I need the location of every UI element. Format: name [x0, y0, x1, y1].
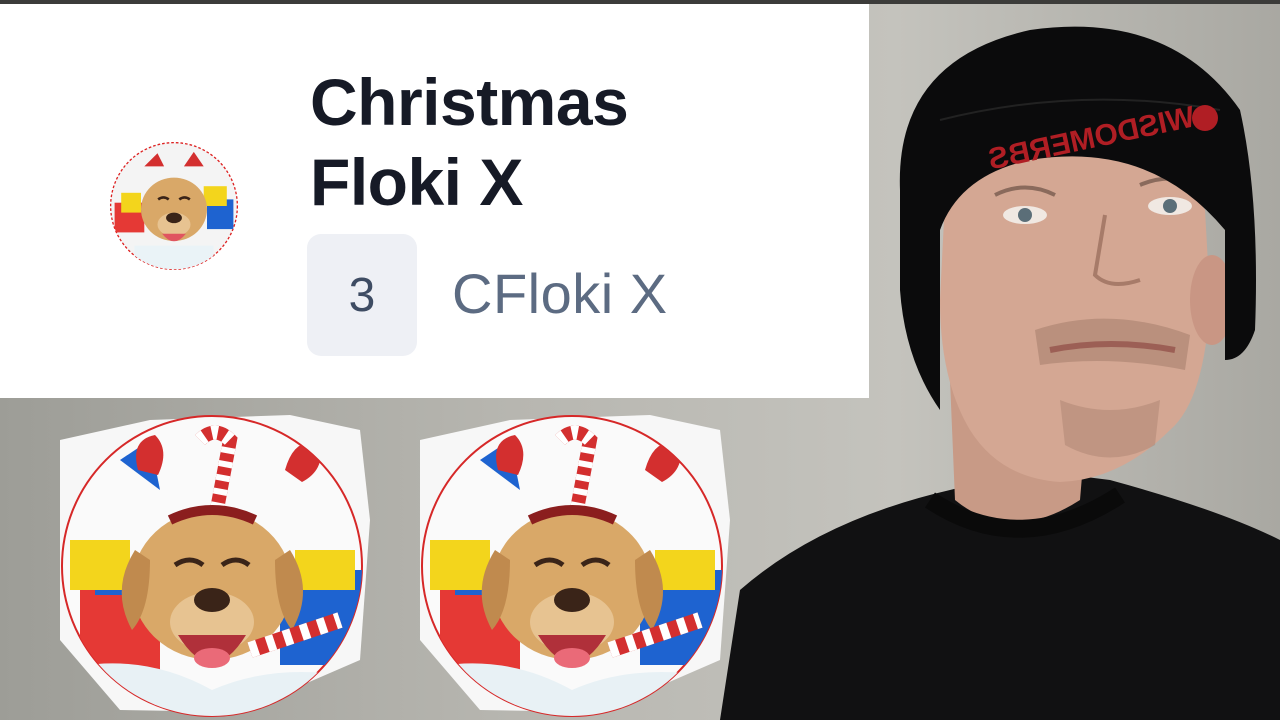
token-logo-icon [109, 141, 239, 271]
rank-badge: 3 [307, 234, 417, 356]
token-logo-large-icon [420, 415, 730, 717]
presenter-photo-icon: WISDOMERBS [720, 26, 1280, 720]
token-logo-large-icon [60, 415, 370, 717]
token-symbol: CFloki X [452, 262, 668, 325]
